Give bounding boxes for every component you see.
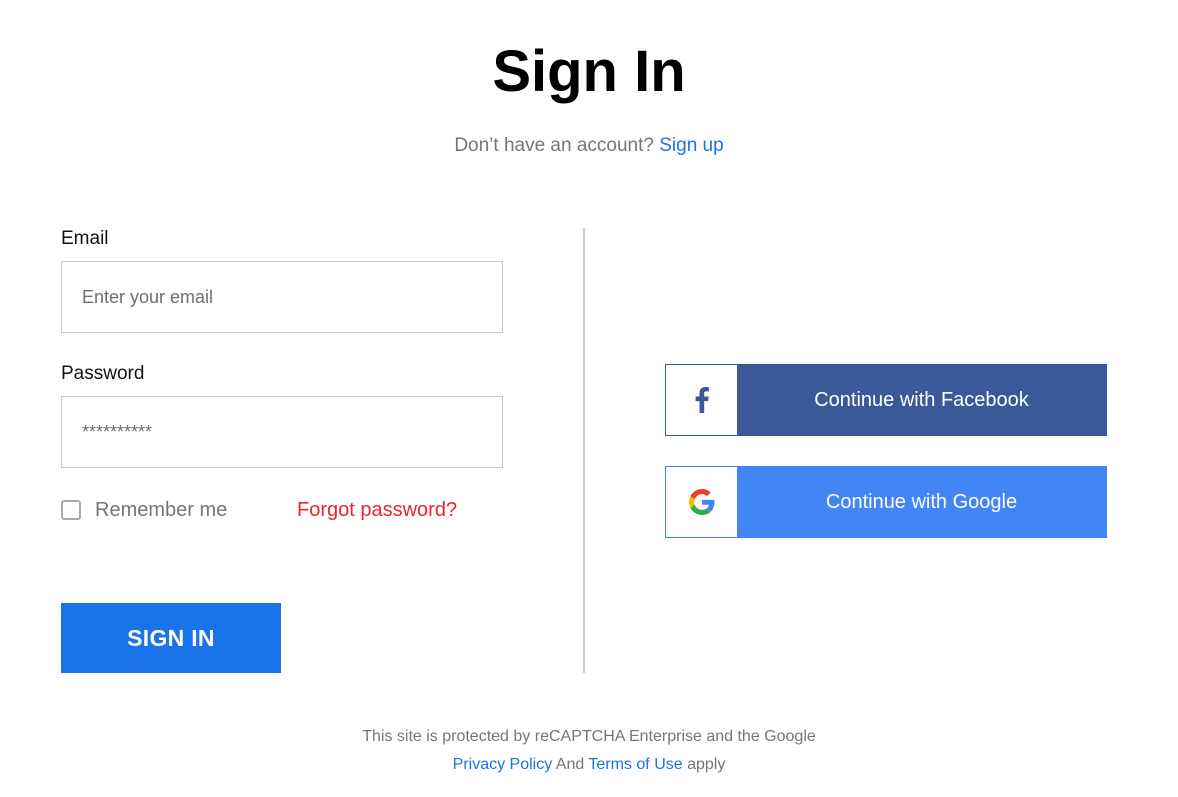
password-label: Password <box>61 363 145 384</box>
email-field[interactable] <box>61 261 503 333</box>
privacy-policy-link[interactable]: Privacy Policy <box>453 756 553 773</box>
checkbox-box[interactable] <box>61 500 81 520</box>
and-text: And <box>555 756 585 773</box>
recaptcha-notice-text: This site is protected by reCAPTCHA Ente… <box>362 728 816 745</box>
continue-with-facebook-button[interactable]: Continue with Facebook <box>665 364 1107 436</box>
apply-text: apply <box>687 756 726 773</box>
signup-prompt-line: Don’t have an account? Sign up <box>0 132 1178 160</box>
continue-with-google-button[interactable]: Continue with Google <box>665 466 1107 538</box>
remember-me-checkbox[interactable]: Remember me <box>61 496 227 524</box>
sign-in-page: Sign In Don’t have an account? Sign up E… <box>0 0 1178 797</box>
signup-prompt-text: Don’t have an account? <box>454 135 654 156</box>
recaptcha-links-line: Privacy Policy And Terms of Use apply <box>0 751 1178 779</box>
remember-me-label: Remember me <box>95 498 228 521</box>
password-field[interactable] <box>61 396 503 468</box>
terms-of-use-link[interactable]: Terms of Use <box>588 756 682 773</box>
page-title: Sign In <box>492 39 686 104</box>
google-icon <box>666 467 737 537</box>
facebook-icon <box>666 365 737 435</box>
forgot-password-link[interactable]: Forgot password? <box>297 496 457 524</box>
email-label: Email <box>61 228 109 249</box>
vertical-divider <box>583 228 585 673</box>
sign-in-button[interactable]: SIGN IN <box>61 603 281 673</box>
google-button-label: Continue with Google <box>825 490 1018 513</box>
signup-link[interactable]: Sign up <box>659 135 723 156</box>
recaptcha-notice: This site is protected by reCAPTCHA Ente… <box>0 723 1178 779</box>
facebook-button-label: Continue with Facebook <box>814 388 1029 411</box>
